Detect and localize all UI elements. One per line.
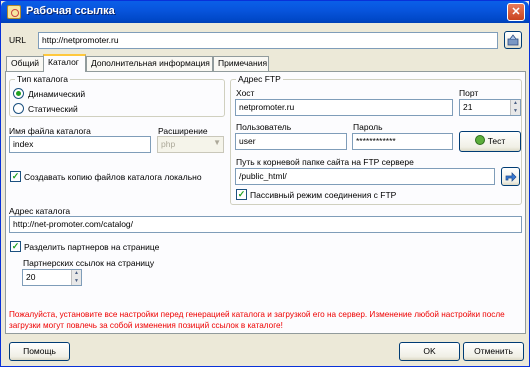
arrow-right-icon <box>505 172 517 182</box>
refresh-url-button[interactable] <box>504 31 522 49</box>
chevron-down-icon: ▼ <box>213 138 221 147</box>
tab-notes[interactable]: Примечания <box>213 56 269 71</box>
links-spinner[interactable]: ▲ ▼ <box>71 270 81 285</box>
ftp-title: Адрес FTP <box>236 74 283 84</box>
links-per-page-value: 20 <box>26 272 36 282</box>
ftp-port-stepper[interactable]: 21 ▲ ▼ <box>459 99 521 116</box>
ftp-host-label: Хост <box>236 88 255 98</box>
ftp-root-path-input[interactable]: /public_html/ <box>235 168 495 185</box>
links-per-page-stepper[interactable]: 20 ▲ ▼ <box>22 269 82 286</box>
spin-up-icon[interactable]: ▲ <box>72 270 81 278</box>
catalog-address-label: Адрес каталога <box>9 206 71 216</box>
tab-catalog[interactable]: Каталог <box>43 54 86 72</box>
copy-local-label: Создавать копию файлов каталога локально <box>24 172 202 182</box>
radio-dynamic-label: Динамический <box>28 89 86 99</box>
catalog-file-label: Имя файла каталога <box>9 126 91 136</box>
ftp-user-input[interactable]: user <box>235 133 347 150</box>
tab-additional-info[interactable]: Дополнительная информация <box>86 56 213 71</box>
radio-static-label: Статический <box>28 104 78 114</box>
catalog-type-title: Тип каталога <box>15 74 70 84</box>
cancel-button[interactable]: Отменить <box>463 342 524 361</box>
split-partners-label: Разделить партнеров на странице <box>24 242 160 252</box>
extension-label: Расширение <box>158 126 208 136</box>
test-button[interactable]: Тест <box>459 131 521 152</box>
ftp-port-value: 21 <box>463 102 473 112</box>
ftp-password-label: Пароль <box>353 122 383 132</box>
help-button[interactable]: Помощь <box>9 342 70 361</box>
ftp-password-input[interactable]: ************ <box>352 133 453 150</box>
link-icon <box>7 5 21 19</box>
ok-button[interactable]: OK <box>399 342 460 361</box>
catalog-file-input[interactable]: index <box>9 136 151 153</box>
window-title: Рабочая ссылка <box>26 5 115 17</box>
url-input[interactable]: http://netpromoter.ru <box>38 32 498 49</box>
radio-static[interactable] <box>13 103 24 114</box>
links-per-page-label: Партнерских ссылок на страницу <box>23 258 155 268</box>
copy-local-checkbox[interactable]: ✓ <box>10 171 21 182</box>
dialog-window: Рабочая ссылка ✕ URL http://netpromoter.… <box>0 0 530 367</box>
passive-mode-checkbox[interactable]: ✓ <box>236 189 247 200</box>
url-label: URL <box>9 35 27 45</box>
browse-ftp-button[interactable] <box>501 167 520 186</box>
port-spinner[interactable]: ▲ ▼ <box>510 100 520 115</box>
ftp-root-path-label: Путь к корневой папке сайта на FTP серве… <box>236 157 414 167</box>
passive-mode-label: Пассивный режим соединения с FTP <box>250 190 397 200</box>
extension-value: php <box>161 139 176 149</box>
ftp-user-label: Пользователь <box>236 122 292 132</box>
radio-dynamic[interactable] <box>13 88 24 99</box>
ftp-host-input[interactable]: netpromoter.ru <box>235 99 453 116</box>
close-button[interactable]: ✕ <box>507 3 525 21</box>
extension-select[interactable]: php ▼ <box>157 136 224 153</box>
title-bar[interactable]: Рабочая ссылка ✕ <box>1 1 529 23</box>
test-button-label: Тест <box>487 136 506 146</box>
spin-down-icon[interactable]: ▼ <box>72 277 81 285</box>
warning-text: Пожалуйста, установите все настройки пер… <box>9 310 505 330</box>
test-connection-icon <box>474 135 485 145</box>
refresh-icon <box>507 34 519 46</box>
spin-up-icon[interactable]: ▲ <box>511 100 520 108</box>
catalog-address-input[interactable]: http://net-promoter.com/catalog/ <box>9 216 522 233</box>
spin-down-icon[interactable]: ▼ <box>511 107 520 115</box>
tab-general[interactable]: Общий <box>6 56 44 71</box>
ftp-port-label: Порт <box>459 88 479 98</box>
split-partners-checkbox[interactable]: ✓ <box>10 241 21 252</box>
